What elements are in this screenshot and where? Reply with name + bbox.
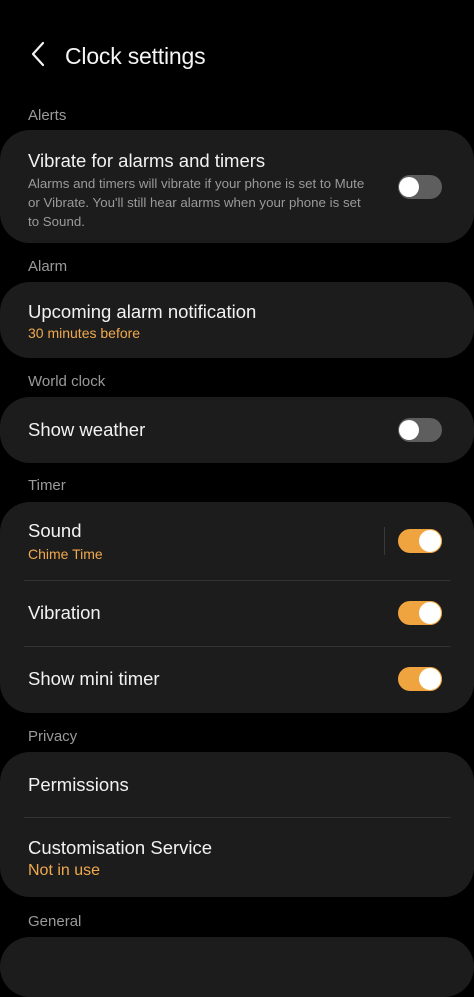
show-mini-timer-row[interactable]: Show mini timer (0, 646, 474, 713)
section-label-world-clock: World clock (28, 373, 106, 390)
section-label-privacy: Privacy (28, 728, 78, 745)
upcoming-alarm-notification-row[interactable]: Upcoming alarm notification 30 minutes b… (0, 282, 474, 358)
row-title: Upcoming alarm notification (28, 301, 257, 322)
chevron-left-icon (30, 41, 46, 72)
section-label-general: General (28, 913, 82, 930)
row-description: Alarms and timers will vibrate if your p… (28, 176, 365, 229)
row-title: Show mini timer (28, 668, 160, 689)
show-mini-timer-toggle[interactable] (398, 667, 442, 691)
show-weather-toggle[interactable] (398, 418, 442, 442)
row-title: Vibration (28, 602, 101, 623)
section-label-timer: Timer (28, 477, 66, 494)
world-clock-card: Show weather (0, 397, 474, 463)
row-title: Sound (28, 520, 82, 541)
timer-sound-row[interactable]: Sound Chime Time (0, 502, 474, 580)
toggle-knob (418, 667, 442, 691)
alarm-card: Upcoming alarm notification 30 minutes b… (0, 282, 474, 358)
back-button[interactable] (22, 38, 54, 74)
section-label-alerts: Alerts (28, 107, 67, 124)
row-title: Vibrate for alarms and timers (28, 150, 266, 171)
timer-sound-toggle[interactable] (398, 529, 442, 553)
toggle-knob (418, 601, 442, 625)
timer-vibration-row[interactable]: Vibration (0, 580, 474, 646)
vibrate-alarms-toggle[interactable] (398, 175, 442, 199)
alerts-card: Vibrate for alarms and timers Alarms and… (0, 130, 474, 243)
row-value: Not in use (28, 862, 101, 879)
row-value: 30 minutes before (28, 325, 141, 341)
general-card (0, 937, 474, 997)
customisation-service-row[interactable]: Customisation Service Not in use (0, 817, 474, 897)
row-value: Chime Time (28, 546, 103, 562)
vibrate-alarms-timers-row[interactable]: Vibrate for alarms and timers Alarms and… (0, 130, 474, 243)
page-title: Clock settings (65, 43, 206, 69)
row-title: Show weather (28, 419, 146, 440)
timer-card: Sound Chime Time Vibration Show mini tim… (0, 502, 474, 713)
toggle-knob (399, 177, 419, 197)
show-weather-row[interactable]: Show weather (0, 397, 474, 463)
timer-vibration-toggle[interactable] (398, 601, 442, 625)
toggle-knob (418, 529, 442, 553)
permissions-row[interactable]: Permissions (0, 752, 474, 817)
section-label-alarm: Alarm (28, 258, 68, 275)
row-title: Permissions (28, 774, 129, 795)
privacy-card: Permissions Customisation Service Not in… (0, 752, 474, 897)
vertical-separator (384, 527, 385, 555)
app-bar: Clock settings (0, 0, 474, 110)
row-title: Customisation Service (28, 837, 213, 858)
toggle-knob (399, 420, 419, 440)
